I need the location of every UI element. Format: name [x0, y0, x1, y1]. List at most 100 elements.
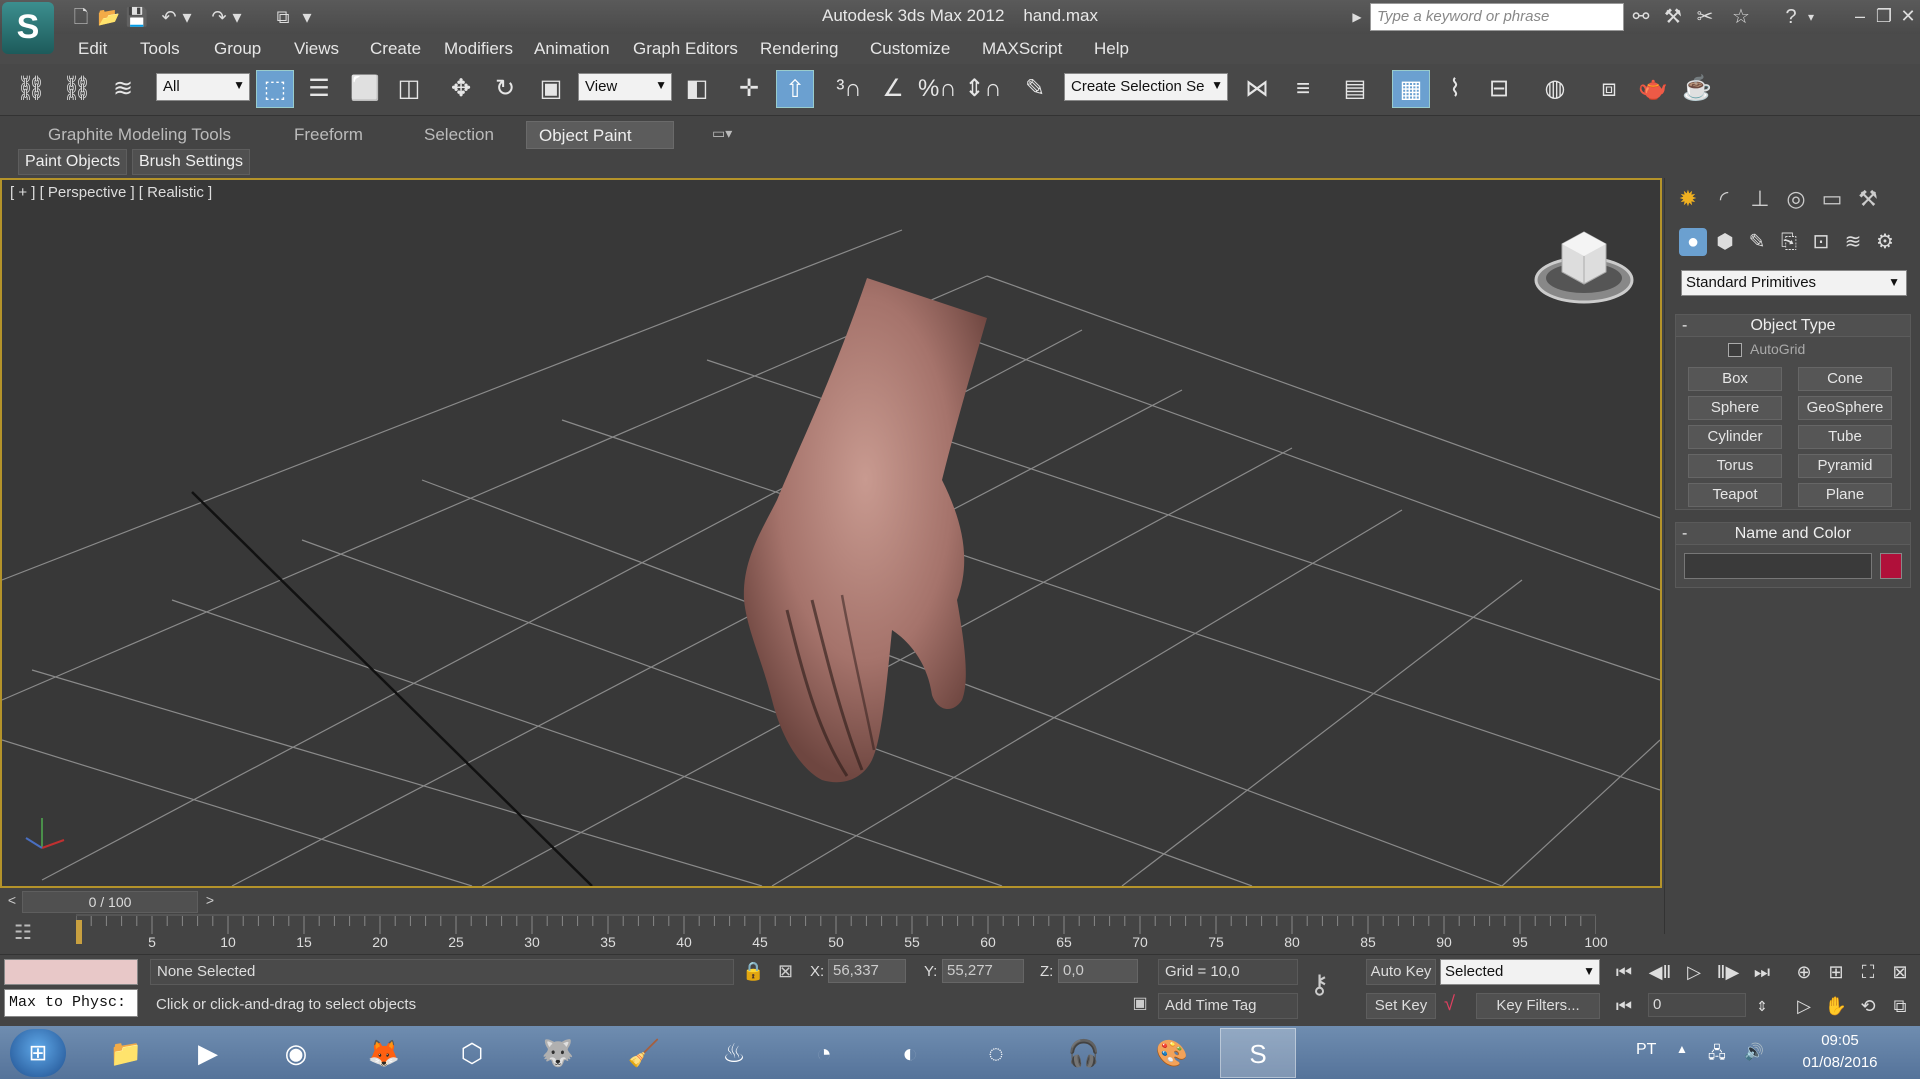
maxscript-listener-label[interactable]: Max to Physc: — [4, 989, 138, 1017]
start-button-icon[interactable]: ⊞ — [10, 1029, 66, 1077]
edit-named-selection-icon[interactable]: ✎ — [1016, 70, 1054, 108]
teapot-button[interactable]: Teapot — [1688, 483, 1782, 507]
select-and-rotate-icon[interactable]: ↻ — [486, 70, 524, 108]
motion-tab-icon[interactable]: ◎ — [1781, 184, 1811, 214]
menu-rendering[interactable]: Rendering — [760, 39, 838, 59]
favorites-star-icon[interactable]: ☆ — [1728, 4, 1754, 30]
zoom-icon[interactable]: ⊕ — [1790, 959, 1818, 985]
time-slider-thumb[interactable]: 0 / 100 — [22, 891, 198, 913]
pan-view-icon[interactable]: ✋ — [1822, 993, 1850, 1019]
add-time-tag-button[interactable]: Add Time Tag — [1158, 993, 1298, 1019]
music-player-icon[interactable]: 🎧 — [1046, 1028, 1122, 1078]
plane-button[interactable]: Plane — [1798, 483, 1892, 507]
expand-arrow-icon[interactable]: ▶ — [1350, 4, 1364, 30]
file-explorer-icon[interactable]: 📁 — [88, 1028, 164, 1078]
object-type-header[interactable]: - Object Type — [1676, 315, 1910, 337]
zoom-all-icon[interactable]: ⊞ — [1822, 959, 1850, 985]
open-mini-curve-editor-icon[interactable]: ☷ — [14, 920, 44, 946]
brush-settings-button[interactable]: Brush Settings — [132, 149, 251, 175]
search-input[interactable]: Type a keyword or phrase — [1370, 3, 1624, 31]
menu-animation[interactable]: Animation — [534, 39, 610, 59]
select-and-scale-icon[interactable]: ▣ — [532, 70, 570, 108]
window-crossing-icon[interactable]: ◫ — [390, 70, 428, 108]
menu-edit[interactable]: Edit — [78, 39, 107, 59]
volume-icon[interactable]: 🔊 — [1744, 1042, 1764, 1062]
menu-maxscript[interactable]: MAXScript — [982, 39, 1062, 59]
object-color-swatch[interactable] — [1880, 553, 1902, 579]
selection-filter-dropdown[interactable]: All ▼ — [156, 73, 250, 101]
sphere-button[interactable]: Sphere — [1688, 396, 1782, 420]
menu-tools[interactable]: Tools — [140, 39, 180, 59]
tab-selection[interactable]: Selection — [412, 121, 506, 149]
application-button[interactable]: S — [2, 2, 54, 54]
ribbon-options-icon[interactable]: ▭▾ — [700, 121, 744, 149]
play-icon[interactable]: ▷ — [1680, 959, 1708, 985]
3ds-max-taskbar-icon[interactable]: S — [1220, 1028, 1296, 1078]
name-and-color-header[interactable]: - Name and Color — [1676, 523, 1910, 545]
graphite-ribbon-icon[interactable]: ▦ — [1392, 70, 1430, 108]
snaps-toggle-icon[interactable]: ³∩ — [830, 70, 868, 108]
create-tab-icon[interactable]: ✹ — [1673, 184, 1703, 214]
frame-spinner-icon[interactable]: ⇕ — [1748, 993, 1776, 1019]
modify-tab-icon[interactable]: ◜ — [1709, 184, 1739, 214]
time-tag-icon[interactable]: ▣ — [1128, 993, 1152, 1017]
help-dropdown-icon[interactable]: ▾ — [1804, 4, 1818, 30]
helpers-icon[interactable]: ⊡ — [1807, 228, 1835, 256]
unlink-selection-icon[interactable]: ⛓ — [58, 70, 96, 108]
z-coordinate-field[interactable]: 0,0 — [1058, 959, 1138, 983]
geosphere-button[interactable]: GeoSphere — [1798, 396, 1892, 420]
key-mode-toggle-icon[interactable]: ⏮ — [1610, 993, 1638, 1019]
substance-icon[interactable]: ◐ — [872, 1028, 948, 1078]
viewport-label[interactable]: [ + ] [ Perspective ] [ Realistic ] — [10, 184, 212, 201]
space-warps-icon[interactable]: ≋ — [1839, 228, 1867, 256]
clock-time[interactable]: 09:05 — [1790, 1032, 1890, 1049]
maximize-viewport-icon[interactable]: ⧉ — [1886, 993, 1914, 1019]
help-icon[interactable]: ? — [1778, 4, 1804, 30]
orbit-icon[interactable]: ⟲ — [1854, 993, 1882, 1019]
menu-group[interactable]: Group — [214, 39, 261, 59]
show-hidden-icons-icon[interactable]: ▲ — [1676, 1042, 1688, 1056]
pyramid-button[interactable]: Pyramid — [1798, 454, 1892, 478]
selection-lock-icon[interactable]: 🔒 — [742, 961, 764, 982]
gimp-icon[interactable]: 🐺 — [520, 1028, 596, 1078]
utilities-tab-icon[interactable]: ⚒ — [1853, 184, 1883, 214]
geometry-icon[interactable]: ● — [1679, 228, 1707, 256]
select-and-link-icon[interactable]: ⛓ — [12, 70, 50, 108]
binoculars-icon[interactable]: ⚯ — [1628, 4, 1654, 30]
close-icon[interactable]: ✕ — [1896, 4, 1920, 28]
restore-icon[interactable]: ❐ — [1872, 4, 1896, 28]
paint-objects-button[interactable]: Paint Objects — [18, 149, 128, 175]
x-coordinate-field[interactable]: 56,337 — [828, 959, 906, 983]
primitive-category-dropdown[interactable]: Standard Primitives ▼ — [1681, 270, 1907, 296]
go-to-start-icon[interactable]: ⏮ — [1610, 959, 1638, 985]
spinner-snap-icon[interactable]: ⇕∩ — [964, 70, 1002, 108]
rendered-frame-window-icon[interactable]: 🫖 — [1634, 70, 1672, 108]
cleaner-icon[interactable]: 🧹 — [606, 1028, 682, 1078]
communication-center-icon[interactable]: ✂ — [1692, 4, 1718, 30]
systems-icon[interactable]: ⚙ — [1871, 228, 1899, 256]
bind-to-space-warp-icon[interactable]: ≋ — [104, 70, 142, 108]
unity-icon[interactable]: ⬡ — [434, 1028, 510, 1078]
menu-customize[interactable]: Customize — [870, 39, 950, 59]
previous-frame-arrow-icon[interactable]: < — [2, 892, 22, 912]
maxscript-mini-listener[interactable] — [4, 959, 138, 985]
previous-frame-icon[interactable]: ◀Ⅱ — [1646, 959, 1674, 985]
lights-icon[interactable]: ✎ — [1743, 228, 1771, 256]
curve-editor-icon[interactable]: ⌇ — [1436, 70, 1474, 108]
zoom-extents-icon[interactable]: ⛶ — [1854, 959, 1882, 985]
torrent-icon[interactable]: ◌ — [958, 1028, 1034, 1078]
tab-freeform[interactable]: Freeform — [282, 121, 375, 149]
hierarchy-tab-icon[interactable]: ⊥ — [1745, 184, 1775, 214]
network-icon[interactable]: 🖧 — [1708, 1042, 1726, 1069]
set-keys-key-icon[interactable]: ⚷ — [1310, 969, 1329, 1000]
perspective-viewport[interactable]: [ + ] [ Perspective ] [ Realistic ] — [0, 178, 1662, 888]
firefox-icon[interactable]: 🦊 — [346, 1028, 422, 1078]
blender-icon[interactable]: ◔ — [786, 1028, 862, 1078]
set-key-button[interactable]: Set Key — [1366, 993, 1436, 1019]
menu-modifiers[interactable]: Modifiers — [444, 39, 513, 59]
cylinder-button[interactable]: Cylinder — [1688, 425, 1782, 449]
align-icon[interactable]: ≡ — [1284, 70, 1322, 108]
language-indicator[interactable]: PT — [1636, 1041, 1656, 1059]
tab-object-paint[interactable]: Object Paint — [526, 121, 674, 149]
layer-manager-icon[interactable]: ▤ — [1336, 70, 1374, 108]
